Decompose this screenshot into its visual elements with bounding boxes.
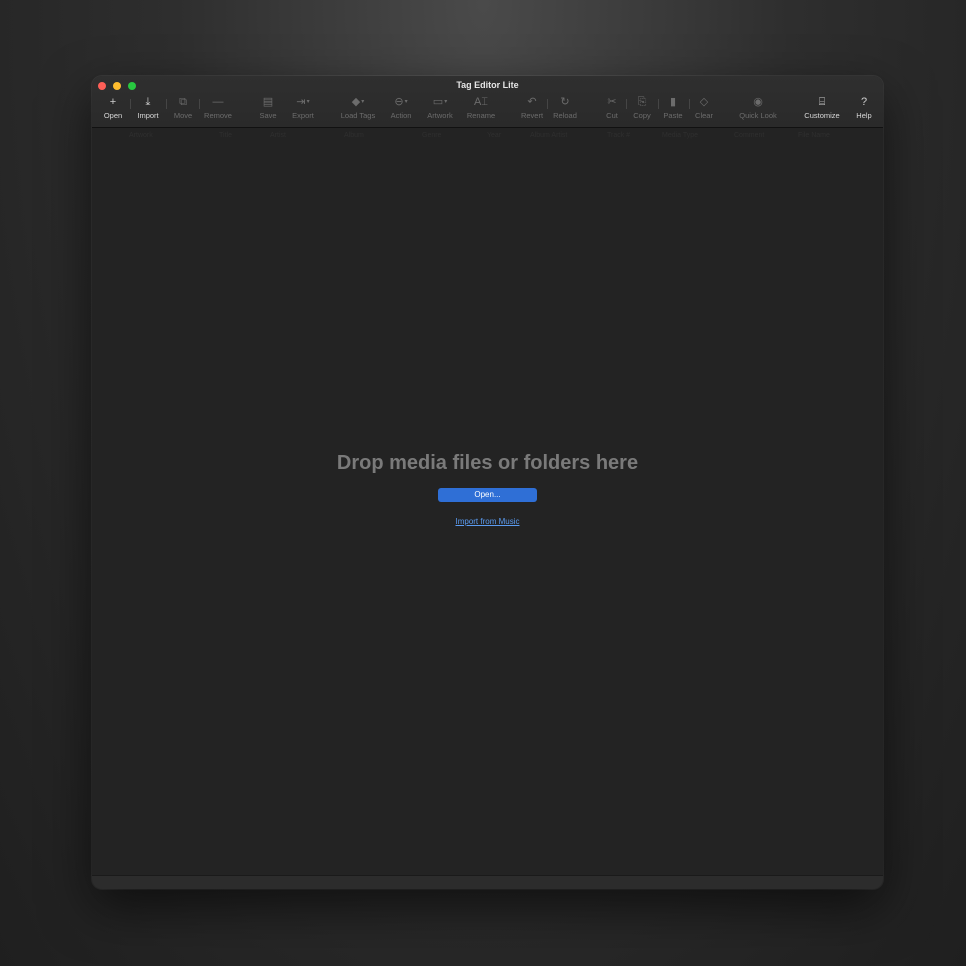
import-icon: ⤓: [145, 96, 151, 108]
column-header-file-name[interactable]: File Name: [798, 132, 830, 139]
reload-icon: ↻: [560, 96, 570, 108]
copy-toolbar-button[interactable]: ⎘ Copy: [633, 95, 651, 125]
customize-toolbar-button[interactable]: ⌸ Customize: [804, 95, 839, 125]
toolbar-label: Copy: [633, 111, 651, 120]
column-header-title[interactable]: Title: [219, 132, 232, 139]
table-header: Artwork Title Artist Album Genre Year Al…: [92, 128, 883, 148]
rename-toolbar-button[interactable]: A⌶ Rename: [467, 95, 495, 125]
toolbar-label: Artwork: [427, 111, 453, 120]
paste-icon: ▮: [669, 96, 677, 108]
toolbar-label: Quick Look: [739, 111, 777, 120]
toolbar-label: Clear: [695, 111, 713, 120]
export-toolbar-button[interactable]: ⇥ ▾ Export: [292, 95, 314, 125]
revert-toolbar-button[interactable]: ↶ Revert: [521, 95, 543, 125]
toolbar-label: Load Tags: [340, 111, 376, 120]
load-tags-toolbar-button[interactable]: ◆ ▾ Load Tags: [341, 95, 375, 125]
status-bar: [92, 875, 883, 889]
toolbar-label: Reload: [553, 111, 577, 120]
save-icon: ▤: [262, 96, 274, 108]
toolbar-label: Paste: [663, 111, 683, 120]
photo-icon: ▭ ▾: [432, 96, 448, 108]
chevron-down-icon: ▾: [361, 99, 365, 105]
app-window: Tag Editor Lite + Open ⤓ Import ⧉ Move —…: [92, 76, 883, 889]
toolbar-label: Help: [856, 111, 872, 120]
toolbar-label: Export: [292, 111, 314, 120]
import-from-music-link[interactable]: Import from Music: [92, 517, 883, 526]
chevron-down-icon: ▾: [306, 99, 310, 105]
toolbar-label: Save: [259, 111, 277, 120]
open-toolbar-button[interactable]: + Open: [104, 95, 122, 125]
reload-toolbar-button[interactable]: ↻ Reload: [553, 95, 577, 125]
cut-toolbar-button[interactable]: ✂ Cut: [606, 95, 618, 125]
paste-toolbar-button[interactable]: ▮ Paste: [663, 95, 682, 125]
window-title: Tag Editor Lite: [456, 80, 519, 90]
artwork-toolbar-button[interactable]: ▭ ▾ Artwork: [427, 95, 452, 125]
drop-zone-title: Drop media files or folders here: [336, 452, 639, 474]
column-header-album-artist[interactable]: Album Artist: [530, 132, 567, 139]
toolbar: + Open ⤓ Import ⧉ Move — Remove ▤ Save ⇥…: [92, 95, 883, 125]
toolbar-label: Import: [137, 111, 159, 120]
save-toolbar-button[interactable]: ▤ Save: [259, 95, 276, 125]
eye-icon: ◉: [753, 96, 763, 108]
toolbar-label: Revert: [520, 111, 544, 120]
copy-icon: ⎘: [637, 96, 647, 108]
column-header-album[interactable]: Album: [344, 132, 364, 139]
toolbar-label: Move: [173, 111, 193, 120]
column-header-media-type[interactable]: Media Type: [662, 132, 698, 139]
column-header-artist[interactable]: Artist: [270, 132, 286, 139]
rename-icon: A⌶: [474, 96, 488, 108]
scissors-icon: ✂: [607, 96, 617, 108]
customize-icon: ⌸: [818, 96, 826, 108]
minus-icon: —: [212, 96, 224, 108]
column-header-comment[interactable]: Comment: [734, 132, 764, 139]
toolbar-label: Remove: [204, 111, 232, 120]
help-icon: ?: [860, 96, 868, 108]
toolbar-label: Open: [103, 111, 123, 120]
action-toolbar-button[interactable]: ⊖ ▾ Action: [391, 95, 412, 125]
clear-toolbar-button[interactable]: ◇ Clear: [695, 95, 713, 125]
move-icon: ⧉: [179, 96, 187, 108]
remove-toolbar-button[interactable]: — Remove: [204, 95, 232, 125]
undo-icon: ↶: [527, 96, 537, 108]
quick-look-toolbar-button[interactable]: ◉ Quick Look: [739, 95, 777, 125]
help-toolbar-button[interactable]: ? Help: [856, 95, 871, 125]
chevron-down-icon: ▾: [404, 99, 408, 105]
chevron-down-icon: ▾: [444, 99, 448, 105]
toolbar-label: Rename: [466, 111, 496, 120]
tag-icon: ◆ ▾: [351, 96, 365, 108]
import-toolbar-button[interactable]: ⤓ Import: [137, 95, 158, 125]
column-header-genre[interactable]: Genre: [422, 132, 441, 139]
column-header-year[interactable]: Year: [487, 132, 501, 139]
column-header-artwork[interactable]: Artwork: [129, 132, 153, 139]
eraser-icon: ◇: [699, 96, 709, 108]
plus-icon: +: [109, 96, 117, 108]
action-icon: ⊖ ▾: [394, 96, 408, 108]
toolbar-label: Customize: [804, 111, 840, 120]
toolbar-label: Action: [390, 111, 412, 120]
move-toolbar-button[interactable]: ⧉ Move: [174, 95, 192, 125]
export-icon: ⇥ ▾: [296, 96, 310, 108]
column-header-track[interactable]: Track #: [607, 132, 630, 139]
open-button[interactable]: Open...: [438, 488, 537, 502]
toolbar-label: Cut: [606, 111, 618, 120]
title-bar: Tag Editor Lite + Open ⤓ Import ⧉ Move —…: [92, 76, 883, 128]
